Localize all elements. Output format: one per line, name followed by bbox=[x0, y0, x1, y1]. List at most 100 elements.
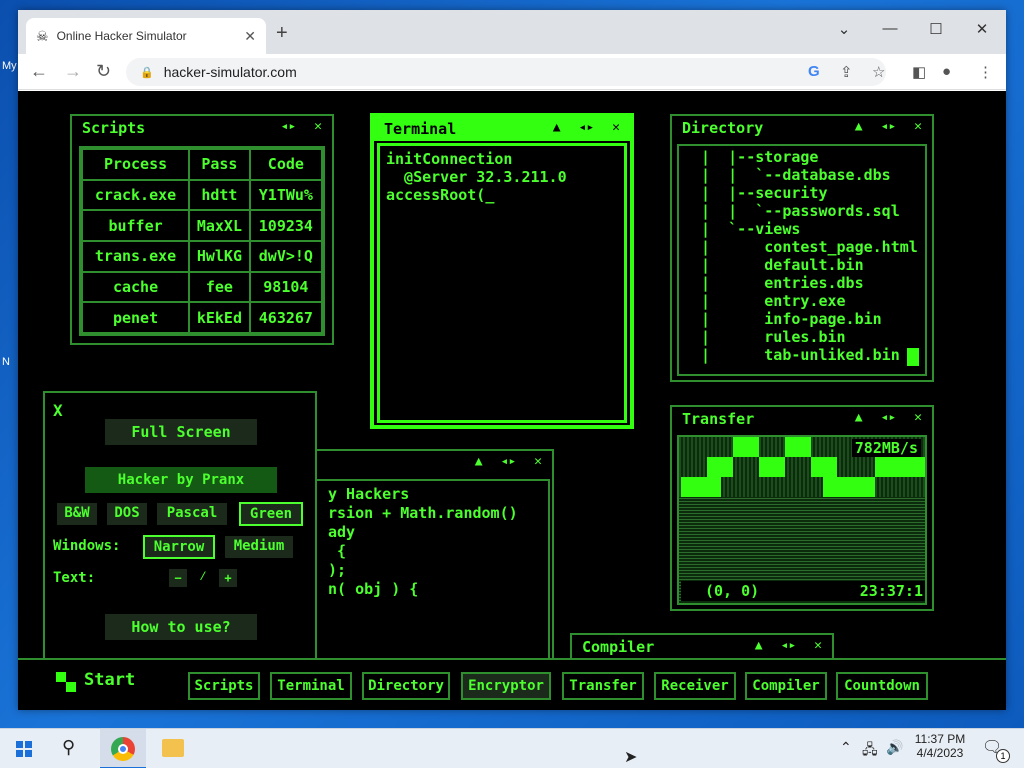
chevron-up-icon[interactable]: ⌃ bbox=[840, 739, 852, 756]
tree-item[interactable]: | contest_page.html bbox=[683, 238, 921, 256]
full-screen-button[interactable]: Full Screen bbox=[105, 419, 257, 445]
panel-close-button[interactable]: X bbox=[53, 401, 63, 420]
directory-window[interactable]: Directory ▲ ◂▸ ✕ | |--storage | | `--dat… bbox=[670, 114, 934, 382]
theme-dos-button[interactable]: DOS bbox=[107, 503, 147, 525]
menu-icon[interactable]: ⋮ bbox=[978, 63, 993, 81]
taskbar-countdown-button[interactable]: Countdown bbox=[836, 672, 928, 700]
file-explorer-icon[interactable] bbox=[162, 739, 184, 757]
new-tab-button[interactable]: + bbox=[276, 22, 288, 45]
text-decrease-button[interactable]: − bbox=[169, 569, 187, 587]
credit-link[interactable]: Hacker by Pranx bbox=[85, 467, 277, 493]
terminal-window[interactable]: Terminal ▲ ◂▸ ✕ initConnection @Server 3… bbox=[370, 113, 634, 429]
theme-green-button[interactable]: Green bbox=[239, 502, 303, 526]
tree-item[interactable]: | `--views bbox=[683, 220, 921, 238]
windows-start-icon[interactable] bbox=[16, 741, 32, 757]
tree-item[interactable]: | info-page.bin bbox=[683, 310, 921, 328]
minimize-icon[interactable]: ▲ bbox=[755, 638, 763, 653]
lock-icon[interactable]: 🔒 bbox=[140, 66, 154, 79]
tree-item[interactable]: | entry.exe bbox=[683, 292, 921, 310]
close-window-icon[interactable]: ✕ bbox=[972, 20, 992, 38]
taskbar-encryptor-button[interactable]: Encryptor bbox=[461, 672, 551, 700]
chrome-taskbar-item[interactable] bbox=[100, 729, 146, 768]
column-header: Pass bbox=[188, 148, 251, 181]
tree-item[interactable]: | | `--database.dbs bbox=[683, 166, 921, 184]
theme-pascal-button[interactable]: Pascal bbox=[157, 503, 227, 525]
search-icon[interactable]: ⚲ bbox=[62, 737, 75, 758]
encryptor-window[interactable]: ▲ ◂▸ ✕ y Hackers rsion + Math.random() a… bbox=[296, 449, 554, 679]
table-cell: hdtt bbox=[188, 178, 251, 212]
close-icon[interactable]: ✕ bbox=[612, 120, 620, 135]
resize-icon[interactable]: ◂▸ bbox=[881, 410, 897, 425]
start-logo-icon[interactable] bbox=[56, 672, 76, 692]
taskbar-receiver-button[interactable]: Receiver bbox=[654, 672, 736, 700]
scroll-thumb[interactable] bbox=[907, 348, 919, 366]
tab-search-icon[interactable]: ⌄ bbox=[834, 20, 854, 38]
taskbar-directory-button[interactable]: Directory bbox=[362, 672, 450, 700]
address-bar[interactable]: 🔒 hacker-simulator.com bbox=[126, 58, 886, 86]
text-increase-button[interactable]: + bbox=[219, 569, 237, 587]
resize-icon[interactable]: ◂▸ bbox=[501, 454, 517, 469]
close-icon[interactable]: ✕ bbox=[814, 638, 822, 653]
window-title: Scripts bbox=[82, 119, 146, 137]
maximize-icon[interactable]: ☐ bbox=[926, 20, 946, 38]
theme-bw-button[interactable]: B&W bbox=[57, 503, 97, 525]
resize-icon[interactable]: ◂▸ bbox=[781, 638, 797, 653]
back-icon[interactable]: ← bbox=[30, 61, 48, 82]
close-icon[interactable]: ✕ bbox=[914, 410, 922, 425]
close-icon[interactable]: ✕ bbox=[914, 119, 922, 134]
resize-icon[interactable]: ◂▸ bbox=[281, 119, 297, 134]
scripts-titlebar[interactable]: Scripts ◂▸ ✕ bbox=[72, 116, 332, 140]
tree-item[interactable]: | rules.bin bbox=[683, 328, 921, 346]
how-to-use-button[interactable]: How to use? bbox=[105, 614, 257, 640]
taskbar-transfer-button[interactable]: Transfer bbox=[562, 672, 644, 700]
minimize-icon[interactable]: ▲ bbox=[553, 120, 561, 135]
scripts-window[interactable]: Scripts ◂▸ ✕ Process Pass Code crack.exe… bbox=[70, 114, 334, 345]
minimize-icon[interactable]: ▲ bbox=[475, 454, 483, 469]
start-button[interactable]: Start bbox=[84, 670, 135, 690]
url-text: hacker-simulator.com bbox=[163, 64, 297, 80]
terminal-output[interactable]: initConnection @Server 32.3.211.0 access… bbox=[377, 143, 627, 423]
window-narrow-button[interactable]: Narrow bbox=[143, 535, 215, 559]
tree-item[interactable]: | entries.dbs bbox=[683, 274, 921, 292]
taskbar-compiler-button[interactable]: Compiler bbox=[745, 672, 827, 700]
share-icon[interactable]: ⇪ bbox=[840, 63, 853, 81]
window-medium-button[interactable]: Medium bbox=[225, 536, 293, 558]
scripts-table: Process Pass Code crack.exe hdtt Y1TWu% … bbox=[80, 148, 324, 334]
tree-item[interactable]: | |--storage bbox=[683, 148, 921, 166]
directory-titlebar[interactable]: Directory ▲ ◂▸ ✕ bbox=[672, 116, 932, 140]
minimize-icon[interactable]: ▲ bbox=[855, 410, 863, 425]
encryptor-titlebar[interactable]: ▲ ◂▸ ✕ bbox=[300, 451, 552, 475]
compiler-titlebar[interactable]: Compiler ▲ ◂▸ ✕ bbox=[572, 635, 832, 659]
tree-item[interactable]: | default.bin bbox=[683, 256, 921, 274]
transfer-titlebar[interactable]: Transfer ▲ ◂▸ ✕ bbox=[672, 407, 932, 431]
side-panel-icon[interactable]: ◧ bbox=[912, 63, 926, 81]
terminal-titlebar[interactable]: Terminal ▲ ◂▸ ✕ bbox=[374, 117, 630, 141]
transfer-visual: 782MB/s (0, 0) 23:37:1 bbox=[677, 435, 927, 605]
tree-item[interactable]: | tab-unliked.bin bbox=[683, 346, 921, 364]
notification-badge: 1 bbox=[996, 749, 1010, 763]
desktop-label[interactable]: N bbox=[2, 356, 10, 368]
close-icon[interactable]: ✕ bbox=[314, 119, 322, 134]
resize-icon[interactable]: ◂▸ bbox=[579, 120, 595, 135]
google-icon[interactable]: G bbox=[808, 63, 820, 80]
tab-close-icon[interactable]: ✕ bbox=[244, 28, 256, 45]
browser-tab[interactable]: ☠ Online Hacker Simulator ✕ bbox=[26, 18, 266, 54]
close-icon[interactable]: ✕ bbox=[534, 454, 542, 469]
desktop-label[interactable]: My bbox=[2, 60, 17, 72]
resize-icon[interactable]: ◂▸ bbox=[881, 119, 897, 134]
profile-icon[interactable]: ● bbox=[942, 63, 951, 80]
forward-icon[interactable]: → bbox=[64, 61, 82, 82]
taskbar-scripts-button[interactable]: Scripts bbox=[188, 672, 260, 700]
taskbar-terminal-button[interactable]: Terminal bbox=[270, 672, 352, 700]
network-icon[interactable]: 🖧 bbox=[862, 739, 878, 763]
volume-icon[interactable]: 🔊 bbox=[886, 739, 903, 756]
minimize-icon[interactable]: — bbox=[880, 20, 900, 37]
reload-icon[interactable]: ↻ bbox=[96, 61, 111, 82]
clock[interactable]: 11:37 PM 4/4/2023 bbox=[912, 732, 968, 760]
transfer-window[interactable]: Transfer ▲ ◂▸ ✕ 782MB/s (0, 0) 23:37:1 bbox=[670, 405, 934, 611]
tree-item[interactable]: | | `--passwords.sql bbox=[683, 202, 921, 220]
table-cell: kEkEd bbox=[188, 301, 251, 334]
tree-item[interactable]: | |--security bbox=[683, 184, 921, 202]
bookmark-star-icon[interactable]: ☆ bbox=[872, 63, 885, 81]
minimize-icon[interactable]: ▲ bbox=[855, 119, 863, 134]
